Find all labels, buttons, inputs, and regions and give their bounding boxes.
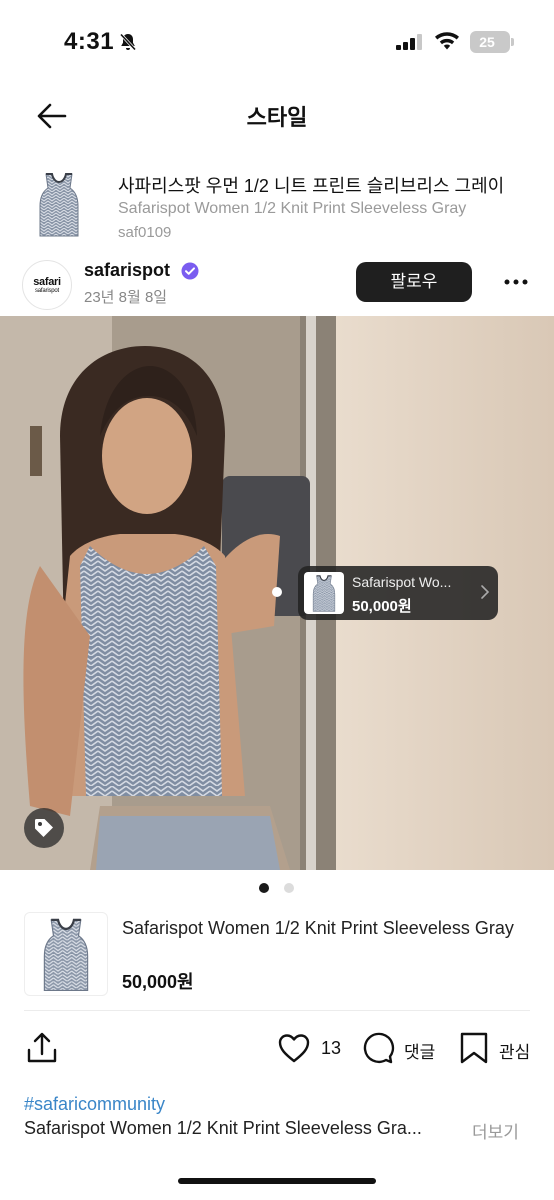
product-code: saf0109 <box>118 224 172 241</box>
chevron-right-icon <box>481 585 490 599</box>
photo-tag-name: Safarispot Wo... <box>352 574 452 590</box>
share-button[interactable] <box>24 1030 60 1066</box>
status-time: 4:31 <box>64 28 115 55</box>
product-name-korean: 사파리스팟 우먼 1/2 니트 프린트 슬리브리스 그레이 <box>118 176 505 196</box>
signal-icon <box>396 34 422 50</box>
battery-cap <box>511 38 514 46</box>
post-caption: Safarispot Women 1/2 Knit Print Sleevele… <box>24 1118 422 1138</box>
wifi-icon <box>435 32 459 50</box>
heart-icon <box>278 1034 310 1063</box>
avatar-logo-subtext: safarispot <box>34 288 59 294</box>
avatar-logo-text: safari <box>33 276 61 288</box>
battery-level: 25 <box>479 34 495 50</box>
sleeveless-top-image <box>39 173 79 237</box>
more-options-button[interactable] <box>498 268 534 296</box>
carousel-dot-active[interactable] <box>259 883 269 893</box>
photo-product-tag[interactable]: Safarispot Wo... 50,000원 <box>298 566 498 620</box>
more-link[interactable]: 더보기 <box>472 1118 519 1143</box>
tagged-product-card[interactable]: Safarispot Women 1/2 Knit Print Sleevele… <box>0 906 554 1006</box>
save-button[interactable] <box>456 1030 492 1066</box>
battery-icon: 25 <box>470 31 510 53</box>
bell-slash-icon <box>119 33 137 51</box>
photo-tag-price: 50,000원 <box>352 598 412 615</box>
photo-tag-dot <box>272 587 282 597</box>
save-label[interactable]: 관심 <box>499 1038 530 1063</box>
more-dots-icon <box>504 279 528 285</box>
sleeveless-top-image <box>312 575 336 612</box>
follow-button[interactable]: 팔로우 <box>356 262 472 302</box>
product-name-english: Safarispot Women 1/2 Knit Print Sleevele… <box>118 200 467 217</box>
home-indicator <box>178 1178 376 1184</box>
product-thumbnail <box>24 168 94 240</box>
carousel-dot[interactable] <box>284 883 294 893</box>
comment-button[interactable] <box>360 1030 396 1066</box>
post-date: 23년 8월 8일 <box>84 289 168 306</box>
bookmark-icon <box>460 1032 488 1064</box>
divider <box>24 1010 530 1011</box>
product-header[interactable]: 사파리스팟 우먼 1/2 니트 프린트 슬리브리스 그레이 Safarispot… <box>0 160 554 250</box>
tag-icon <box>35 819 53 837</box>
verified-badge-icon <box>181 262 199 280</box>
show-tags-button[interactable] <box>24 808 64 848</box>
avatar[interactable]: safari safarispot <box>22 260 72 310</box>
product-card-name: Safarispot Women 1/2 Knit Print Sleevele… <box>122 918 514 938</box>
product-card-thumbnail <box>24 912 108 996</box>
share-icon <box>27 1032 57 1063</box>
author-row: safari safarispot safarispot 23년 8월 8일 팔… <box>0 254 554 314</box>
hashtag-link[interactable]: #safaricommunity <box>24 1094 165 1115</box>
like-button[interactable] <box>276 1030 312 1066</box>
sleeveless-top-image <box>43 918 89 992</box>
like-count: 13 <box>321 1038 342 1058</box>
page-title: 스타일 <box>246 105 308 130</box>
comment-label[interactable]: 댓글 <box>404 1038 435 1063</box>
comment-icon <box>363 1032 395 1064</box>
photo-tag-thumbnail <box>304 572 344 614</box>
author-name[interactable]: safarispot <box>84 260 170 281</box>
status-bar: 4:31 25 <box>0 0 554 84</box>
product-card-price: 50,000원 <box>122 972 194 992</box>
